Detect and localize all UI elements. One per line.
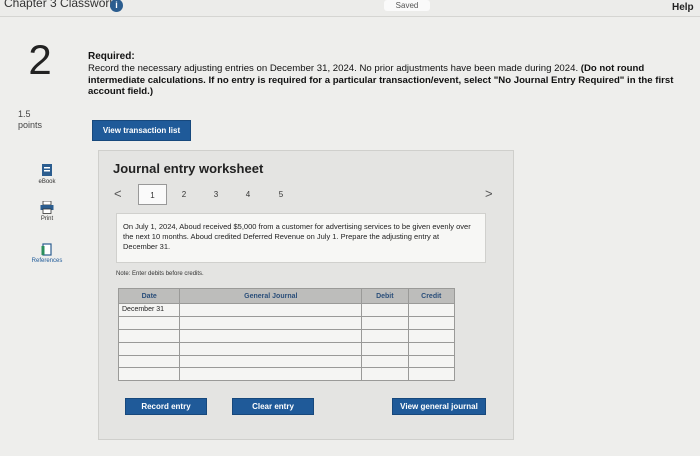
table-row <box>117 367 456 382</box>
worksheet-title: Journal entry worksheet <box>113 161 264 176</box>
account-cell[interactable] <box>179 303 363 317</box>
page-5-tab[interactable]: 5 <box>273 190 289 199</box>
date-cell[interactable] <box>117 354 181 369</box>
debit-cell[interactable] <box>361 354 409 369</box>
date-cell[interactable] <box>117 315 181 330</box>
credit-cell[interactable] <box>407 303 456 317</box>
prev-page-arrow[interactable]: < <box>114 186 122 201</box>
required-title: Required: <box>88 51 135 62</box>
journal-entry-table: Date General Journal Debit Credit Decemb… <box>117 288 456 382</box>
account-cell[interactable] <box>179 315 363 330</box>
date-cell[interactable] <box>117 328 181 343</box>
points-label: points <box>18 120 43 130</box>
date-cell[interactable]: December 31 <box>117 303 181 317</box>
ebook-tool[interactable]: eBook <box>24 163 70 185</box>
page-3-tab[interactable]: 3 <box>208 190 224 199</box>
general-journal-column-header: General Journal <box>179 288 363 304</box>
account-cell[interactable] <box>179 341 363 356</box>
table-row <box>117 328 456 343</box>
account-cell[interactable] <box>179 328 363 343</box>
debit-column-header: Debit <box>361 288 409 304</box>
print-tool[interactable]: Print <box>24 201 70 222</box>
record-entry-button[interactable]: Record entry <box>125 398 207 415</box>
table-row <box>117 341 456 356</box>
ebook-label: eBook <box>38 179 56 185</box>
required-text: Record the necessary adjusting entries o… <box>88 63 579 74</box>
credit-column-header: Credit <box>407 288 456 304</box>
references-label: References <box>31 258 63 264</box>
question-number: 2 <box>28 36 52 83</box>
transaction-description: On July 1, 2024, Aboud received $5,000 f… <box>123 222 471 251</box>
credit-cell[interactable] <box>407 328 456 343</box>
debits-note: Note: Enter debits before credits. <box>116 271 204 277</box>
debit-cell[interactable] <box>361 328 409 343</box>
debit-cell[interactable] <box>361 341 409 356</box>
credit-cell[interactable] <box>407 354 456 369</box>
help-link[interactable]: Help <box>672 2 694 13</box>
info-icon[interactable]: i <box>110 0 123 12</box>
view-general-journal-button[interactable]: View general journal <box>392 398 486 415</box>
points-value: 1.5 <box>18 109 31 119</box>
table-header-row: Date General Journal Debit Credit <box>117 288 456 304</box>
chapter-title: Chapter 3 Classwork <box>4 0 116 10</box>
account-cell[interactable] <box>179 354 363 369</box>
table-row <box>117 315 456 330</box>
debit-cell[interactable] <box>361 315 409 330</box>
date-cell[interactable] <box>117 341 181 356</box>
table-row: December 31 <box>117 303 456 317</box>
debit-cell[interactable] <box>361 367 409 382</box>
credit-cell[interactable] <box>407 341 456 356</box>
page-2-tab[interactable]: 2 <box>176 190 192 199</box>
debit-cell[interactable] <box>361 303 409 317</box>
date-column-header: Date <box>117 288 181 304</box>
page-4-tab[interactable]: 4 <box>240 190 256 199</box>
references-tool[interactable]: References <box>24 243 70 264</box>
references-icon <box>41 243 52 256</box>
table-row <box>117 354 456 369</box>
page-1-tab[interactable]: 1 <box>138 184 167 205</box>
clear-entry-button[interactable]: Clear entry <box>232 398 314 415</box>
credit-cell[interactable] <box>407 315 456 330</box>
printer-icon <box>40 201 54 214</box>
account-cell[interactable] <box>179 367 363 382</box>
points-info: 1.5 points <box>18 109 42 131</box>
view-transaction-list-button[interactable]: View transaction list <box>92 120 191 141</box>
date-cell[interactable] <box>117 367 181 382</box>
required-instructions: Record the necessary adjusting entries o… <box>88 63 684 98</box>
book-icon <box>42 164 52 176</box>
saved-status: Saved <box>384 0 430 11</box>
credit-cell[interactable] <box>407 367 456 382</box>
top-bar: Chapter 3 Classwork i Saved Help <box>0 0 700 17</box>
next-page-arrow[interactable]: > <box>485 186 493 201</box>
print-label: Print <box>40 216 54 222</box>
